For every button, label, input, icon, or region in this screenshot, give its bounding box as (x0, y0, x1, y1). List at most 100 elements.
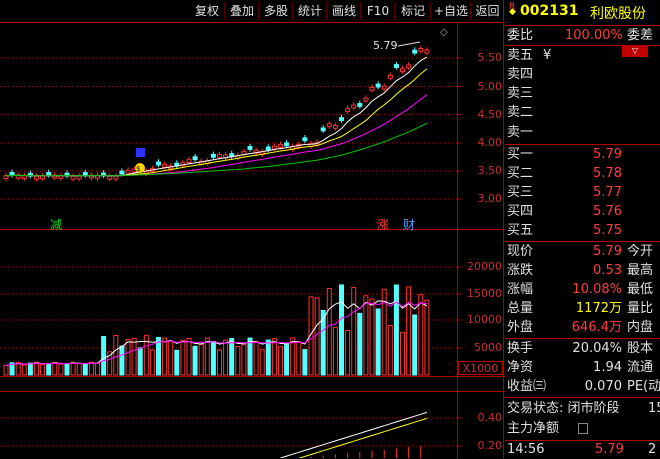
volume-bar (302, 349, 308, 376)
net-flow-label: 主力净额 (507, 421, 560, 436)
volume-bar (314, 297, 320, 376)
ma-line (5, 56, 428, 177)
volume-bar (101, 336, 107, 376)
price-grid (0, 57, 457, 447)
volume-bar (271, 338, 277, 376)
max-pointer-line (397, 41, 421, 47)
stat-value: 5.79 (593, 244, 622, 259)
stat-label: 涨幅 (507, 282, 534, 297)
volume-bar (3, 364, 9, 376)
volume-bar (27, 362, 33, 376)
volume-bar (332, 326, 338, 376)
volume-bar (95, 362, 100, 376)
price-axis-label: 5.50 (477, 51, 503, 64)
stat-row: 现价 5.79 今开 (505, 243, 660, 261)
checkbox-icon[interactable] (578, 423, 588, 434)
tick-price: 5.79 (595, 442, 624, 457)
buy-row: 买三 5.77 (505, 184, 660, 202)
buy-price: 5.77 (593, 185, 622, 200)
volume-bar (400, 331, 405, 376)
candle-body (113, 175, 119, 180)
candle-body (210, 153, 216, 158)
sell-row: 卖五 ¥ (505, 47, 660, 65)
divider (505, 397, 660, 398)
volume-bar (192, 345, 198, 376)
candle-body (107, 175, 113, 180)
candle-body (217, 153, 222, 158)
candle-body (302, 137, 308, 142)
indicator-line (298, 417, 428, 458)
volume-bar (40, 364, 46, 376)
stat-label: 总量 (507, 301, 534, 316)
volume-bar (174, 349, 180, 376)
buy-price: 5.75 (593, 223, 622, 238)
weibi-label: 委比 (507, 28, 534, 43)
buy-row: 买一 5.79 (505, 146, 660, 164)
indicator-axis-label: 0.20 (477, 439, 503, 452)
stat-value: 1.94 (593, 360, 622, 375)
volume-axis-label: 20000 (467, 260, 502, 273)
buy-row: 买二 5.78 (505, 165, 660, 183)
volume-bar (290, 337, 296, 376)
status-row: 交易状态: 闭市阶段 15 (505, 400, 660, 418)
volume-bar (418, 294, 424, 376)
highlight-marker (136, 148, 145, 157)
volume-bar (412, 314, 418, 376)
candlesticks (3, 45, 430, 182)
candle-body (9, 171, 15, 176)
volume-bar (393, 284, 399, 376)
sell-label: 卖四 (507, 67, 534, 82)
marker-jian: 减 (50, 218, 63, 232)
sell-row: 卖一 (505, 124, 660, 142)
volume-bar (265, 339, 271, 376)
stat-label: 今开 (627, 244, 654, 259)
diamond-icon[interactable]: ◇ (440, 27, 448, 38)
sell-row: 卖四 (505, 66, 660, 84)
volume-bar (235, 346, 241, 376)
buy-label: 买四 (507, 204, 534, 219)
volume-bar (424, 299, 430, 376)
stat-value: 646.4万 (571, 320, 622, 335)
volume-bar (247, 337, 253, 376)
stat-label: 股本 (627, 341, 654, 356)
volume-bar (387, 325, 393, 376)
volume-bar (406, 286, 412, 376)
volume-bar (217, 349, 222, 376)
candle-body (156, 161, 161, 166)
candle-body (326, 123, 332, 128)
stat-value: 0.53 (593, 263, 622, 278)
candle-body (369, 86, 375, 91)
ma-line (5, 68, 428, 177)
stat-label: 收益㈢ (507, 379, 547, 394)
candle-body (345, 108, 351, 112)
candle-body (21, 175, 27, 179)
volume-bar (351, 286, 357, 376)
net-flow-row[interactable]: 主力净额 (505, 420, 660, 438)
sell-label: 卖三 (507, 86, 534, 101)
kline-chart[interactable]: $ ◇ (0, 0, 505, 458)
money-bag-icon: $ (136, 165, 140, 173)
candle-body (284, 142, 290, 147)
ma-line (5, 94, 428, 177)
sell-row: 卖三 (505, 85, 660, 103)
candle-body (271, 145, 277, 150)
sell-label: 卖一 (507, 125, 534, 140)
candle-body (186, 159, 192, 163)
candle-body (339, 117, 344, 122)
candle-body (357, 103, 363, 107)
volume-bar (241, 343, 247, 376)
marker-cai: 财 (403, 218, 416, 232)
buy-price: 5.79 (593, 147, 622, 162)
divider (505, 338, 660, 339)
candle-body (34, 175, 39, 180)
volume-bar (119, 345, 125, 376)
volume-bar (223, 339, 229, 376)
volume-bar (229, 338, 235, 376)
candle-body (375, 83, 381, 88)
volume-bars (3, 284, 430, 376)
stat-row: 涨跌 0.53 最高 (505, 262, 660, 280)
max-price-label: 5.79 (373, 39, 398, 52)
candle-body (247, 146, 253, 150)
volume-bar (131, 337, 137, 376)
candle-body (424, 49, 430, 54)
